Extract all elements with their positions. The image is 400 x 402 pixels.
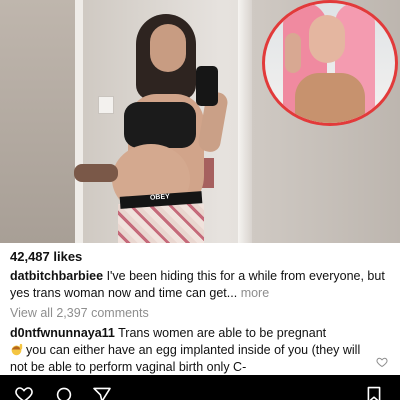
comment-text-line1: Trans women are able to be pregnant (118, 326, 327, 340)
comment-item: d0ntfwnunnaya11 Trans women are able to … (10, 325, 376, 376)
inset-hand (285, 33, 301, 73)
mirror-edge (238, 0, 252, 243)
subject-phone (196, 66, 218, 106)
inset-body (295, 73, 365, 123)
post-photo[interactable]: OBEY (0, 0, 400, 243)
comment-username[interactable]: d0ntfwnunnaya11 (10, 326, 115, 340)
photo-door-frame (75, 0, 83, 243)
inset-photo (262, 0, 398, 126)
woman-raising-hand-emoji (11, 343, 23, 356)
action-bar (0, 375, 400, 402)
subject-top (124, 102, 196, 148)
subject-shorts (118, 204, 204, 243)
subject-face (150, 24, 186, 72)
waistband-text: OBEY (149, 193, 171, 202)
post-details: 42,487 likes datbitchbarbiee I've been h… (0, 243, 400, 375)
view-all-comments-link[interactable]: View all 2,397 comments (10, 306, 149, 320)
heart-outline-icon[interactable] (376, 356, 388, 368)
post-caption: datbitchbarbiee I've been hiding this fo… (10, 268, 394, 302)
photo-subject: OBEY (74, 14, 230, 243)
comment-text-rest: you can either have an egg implanted ins… (10, 343, 361, 374)
other-hand (74, 164, 118, 182)
likes-count[interactable]: 42,487 likes (10, 249, 82, 264)
more-link[interactable]: more (241, 286, 269, 300)
inset-face (309, 15, 345, 63)
photo-wall (0, 0, 75, 243)
caption-username[interactable]: datbitchbarbiee (10, 269, 103, 283)
